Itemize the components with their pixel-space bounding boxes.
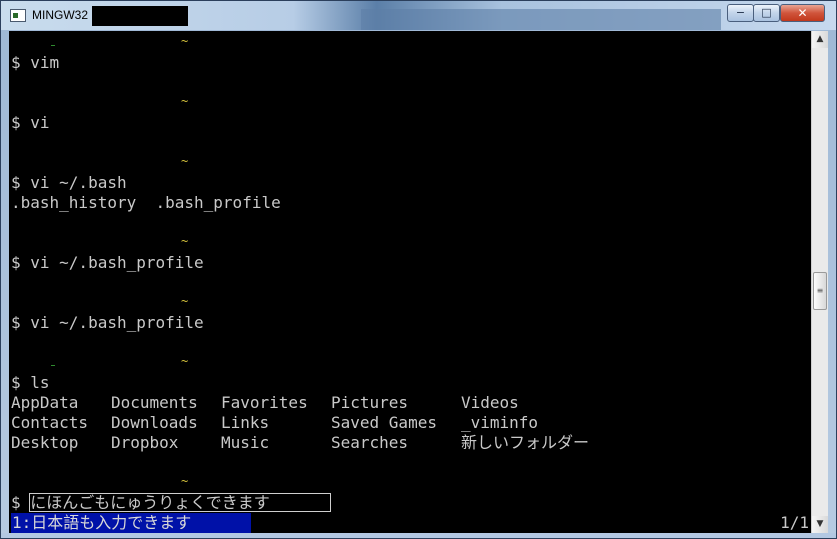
maximize-button[interactable]: □ bbox=[753, 4, 780, 22]
background-window-strip bbox=[361, 9, 721, 30]
scroll-up-arrow-icon[interactable]: ▲ bbox=[812, 31, 828, 48]
mingw-terminal-icon[interactable] bbox=[10, 9, 26, 22]
vim-tilde: ~ bbox=[181, 474, 189, 488]
minimize-button[interactable]: − bbox=[727, 4, 754, 22]
vim-tilde: ~ bbox=[181, 154, 189, 168]
ls-entry: AppData bbox=[11, 393, 79, 412]
ime-composition-box[interactable] bbox=[29, 493, 331, 512]
terminal-window: MINGW32 − □ ✕ ~ $ vim ~ $ vi ~ $ vi ~/.b… bbox=[0, 0, 837, 539]
ls-entry: Desktop bbox=[11, 433, 79, 452]
window-bottom-border bbox=[1, 533, 836, 538]
ls-entry: Dropbox bbox=[111, 433, 179, 452]
ls-entry: Downloads bbox=[111, 413, 198, 432]
ls-entry: Favorites bbox=[221, 393, 308, 412]
ls-entry: Music bbox=[221, 433, 270, 452]
scroll-thumb[interactable]: ≡ bbox=[813, 272, 827, 310]
ime-candidate[interactable]: 1:日本語も入力できます bbox=[12, 513, 191, 533]
title-redaction-box bbox=[92, 6, 188, 26]
terminal-output[interactable]: ~ $ vim ~ $ vi ~ $ vi ~/.bash .bash_hist… bbox=[9, 31, 811, 533]
ls-entry: Searches bbox=[331, 433, 409, 452]
scroll-down-arrow-icon[interactable]: ▼ bbox=[812, 516, 828, 533]
ls-entry: Pictures bbox=[331, 393, 409, 412]
ls-entry: Links bbox=[221, 413, 270, 432]
ls-entry: Videos bbox=[461, 393, 519, 412]
terminal-line: $ vi ~/.bash bbox=[11, 173, 127, 192]
terminal-line: $ vi bbox=[11, 113, 50, 132]
render-artifact bbox=[51, 365, 55, 366]
terminal-line: .bash_history .bash_profile bbox=[11, 193, 281, 212]
terminal-line: $ vi ~/.bash_profile bbox=[11, 313, 204, 332]
window-title: MINGW32 bbox=[32, 8, 89, 22]
prompt-symbol: $ bbox=[11, 493, 21, 512]
ls-entry: Contacts bbox=[11, 413, 89, 432]
title-bar[interactable]: MINGW32 − □ ✕ bbox=[1, 1, 836, 30]
terminal-line: $ ls bbox=[11, 373, 50, 392]
ls-entry: _viminfo bbox=[461, 413, 539, 432]
vertical-scrollbar[interactable]: ▲ ≡ ▼ bbox=[811, 31, 828, 533]
terminal-line: $ vi ~/.bash_profile bbox=[11, 253, 204, 272]
vim-tilde: ~ bbox=[181, 34, 189, 48]
terminal-line: $ vim bbox=[11, 53, 60, 72]
close-button[interactable]: ✕ bbox=[780, 4, 825, 22]
vim-tilde: ~ bbox=[181, 354, 189, 368]
ls-entry: Documents bbox=[111, 393, 198, 412]
vim-tilde: ~ bbox=[181, 94, 189, 108]
ime-page-indicator: 1/1 bbox=[780, 513, 809, 532]
vim-tilde: ~ bbox=[181, 234, 189, 248]
ls-entry: 新しいフォルダー bbox=[461, 433, 590, 452]
ls-entry: Saved Games bbox=[331, 413, 437, 432]
vim-tilde: ~ bbox=[181, 294, 189, 308]
render-artifact bbox=[51, 45, 55, 46]
